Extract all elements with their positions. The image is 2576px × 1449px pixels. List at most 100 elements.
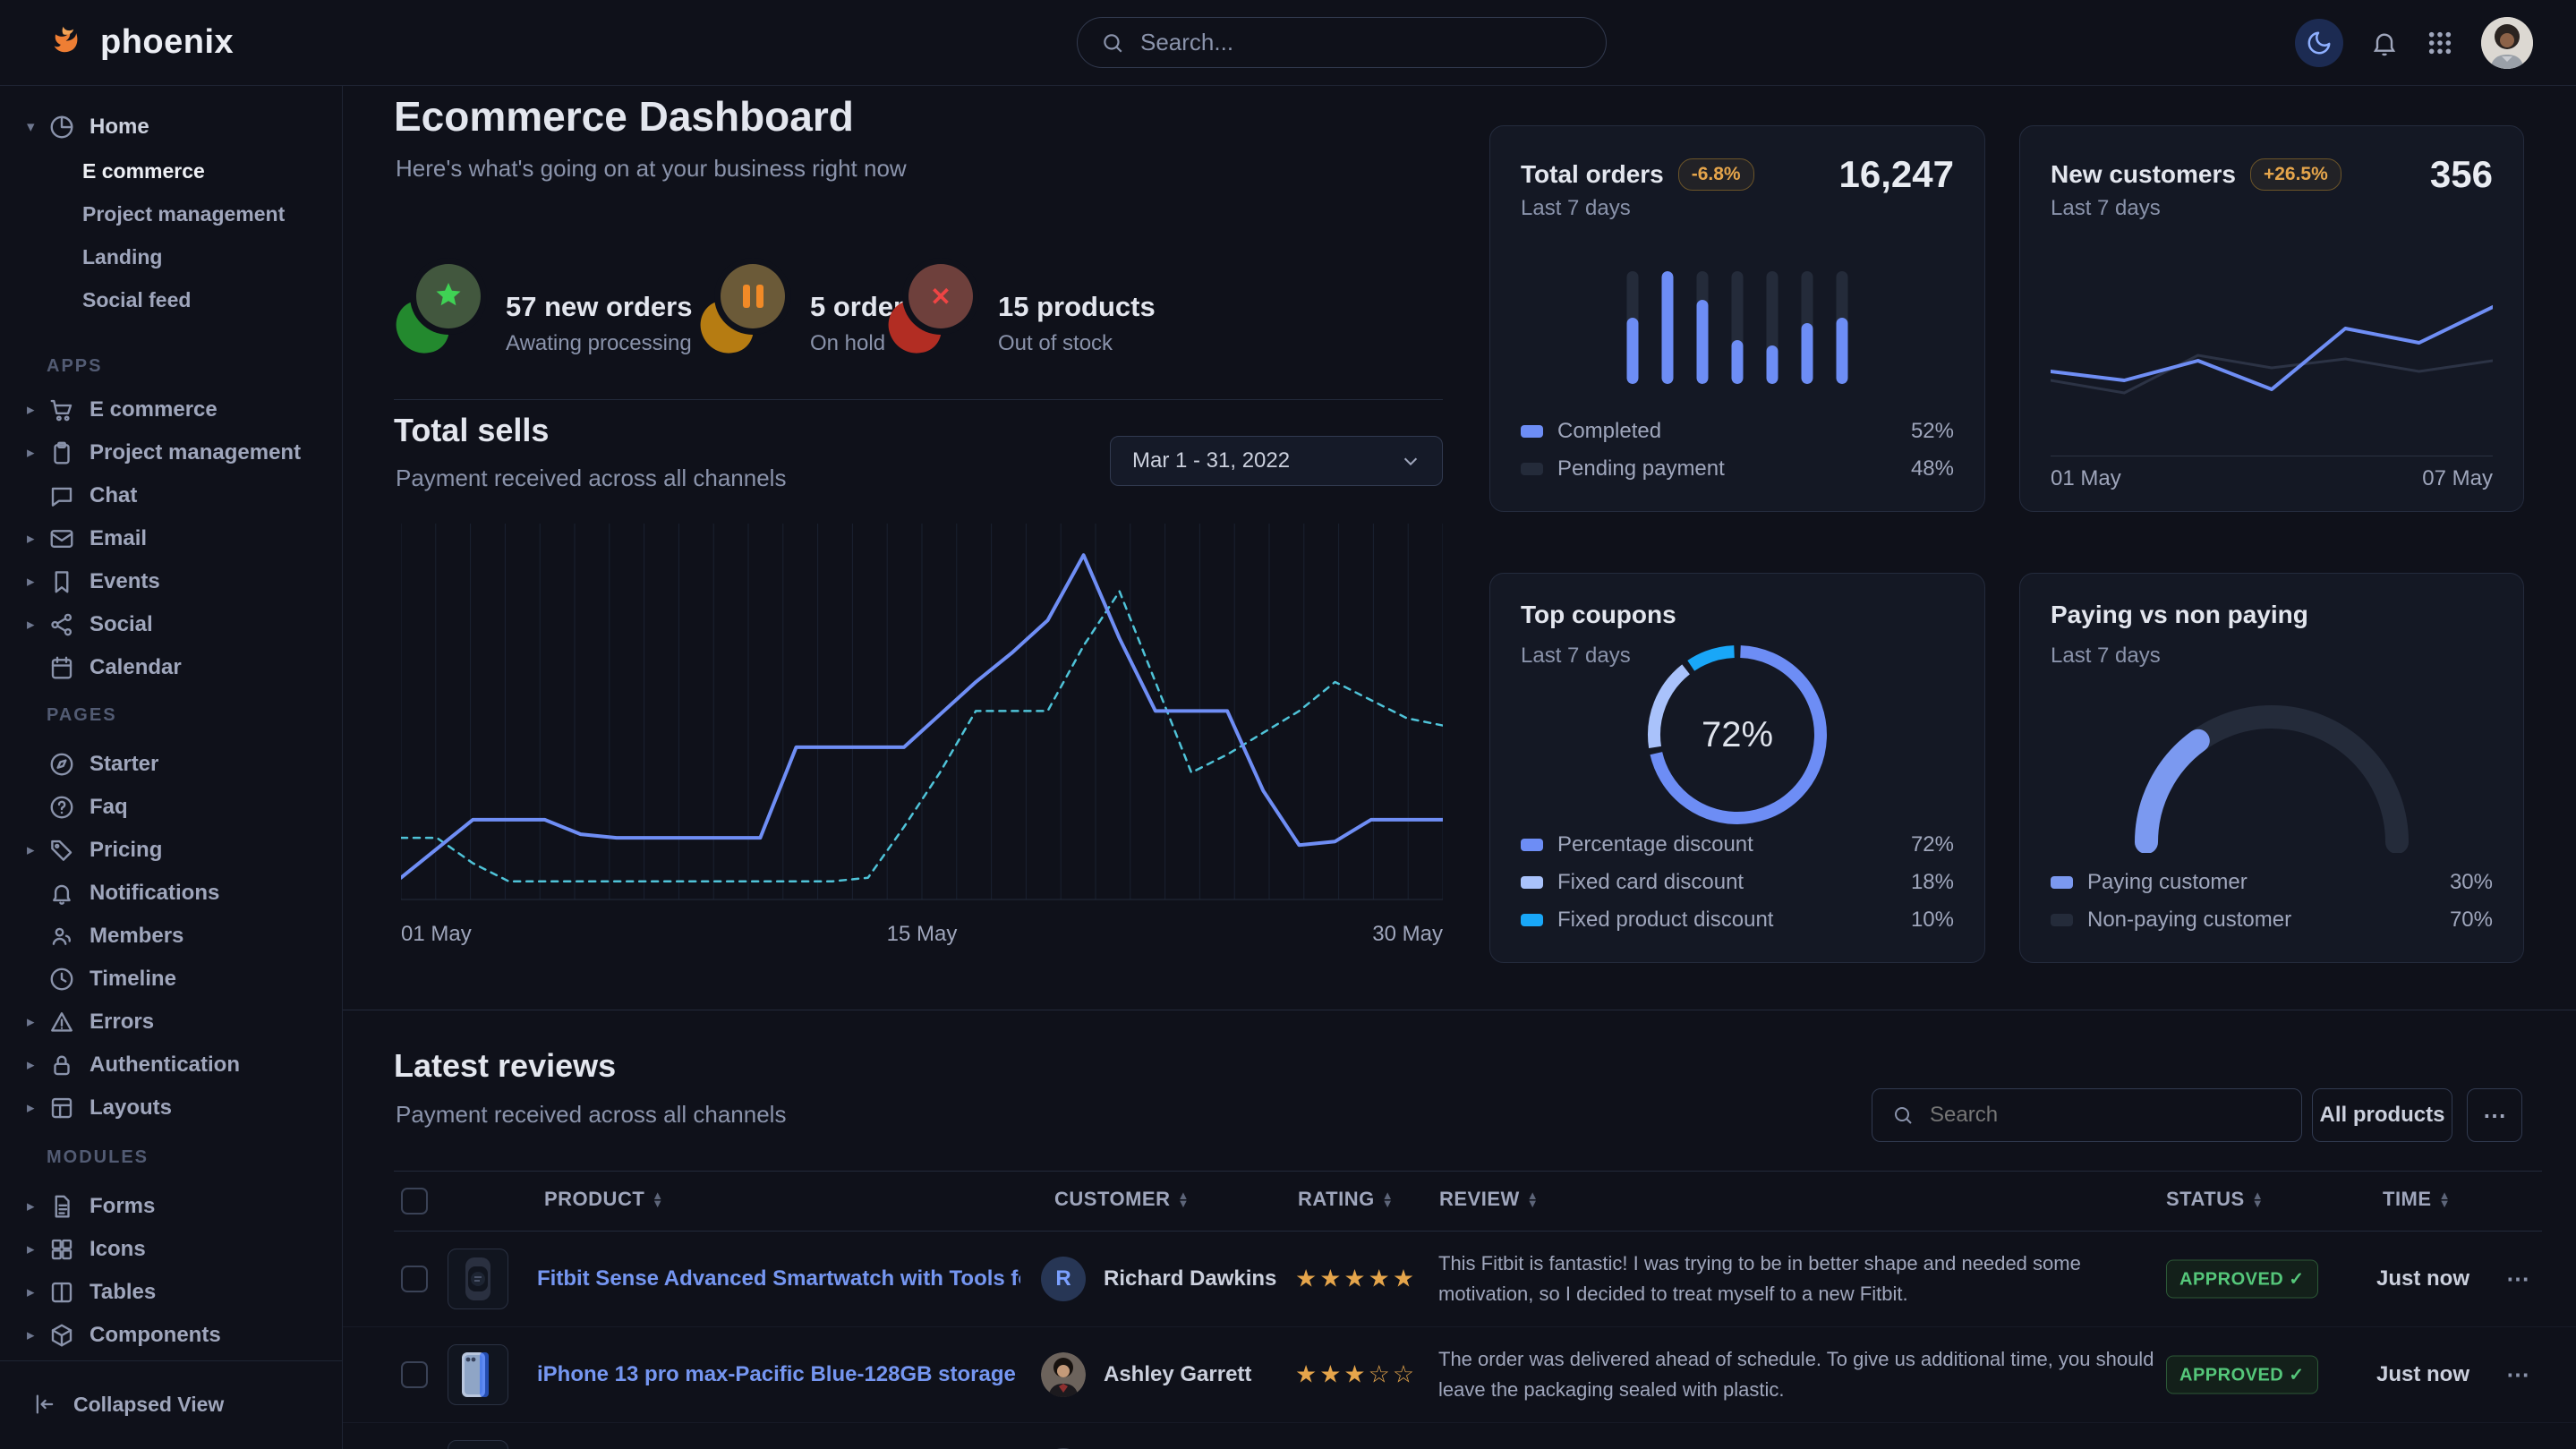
- sidebar-item-project-management[interactable]: ▸ Project management: [0, 431, 342, 474]
- sidebar-section-pages: PAGES: [47, 705, 117, 726]
- total-sells-chart[interactable]: [401, 524, 1443, 913]
- legend: Completed 52% Pending payment 48%: [1521, 413, 1954, 488]
- card-period: Last 7 days: [1521, 644, 1631, 669]
- sort-icon: ▲▼: [652, 1191, 663, 1207]
- navbar-search[interactable]: [1077, 17, 1607, 68]
- main-content: Ecommerce Dashboard Here's what's going …: [343, 85, 2576, 1449]
- all-products-button[interactable]: All products: [2312, 1088, 2452, 1142]
- total-sells-title: Total sells: [394, 412, 549, 449]
- row-more-button[interactable]: ⋯: [2506, 1360, 2529, 1388]
- product-thumbnail[interactable]: [448, 1440, 508, 1449]
- x-tick: 07 May: [2422, 466, 2493, 491]
- reviews-search[interactable]: [1872, 1088, 2302, 1142]
- rating-stars: ★★★★★: [1295, 1265, 1417, 1292]
- row-checkbox[interactable]: [401, 1361, 428, 1388]
- sidebar-item-authentication[interactable]: ▸ Authentication: [0, 1044, 342, 1087]
- caret-right-icon: ▸: [27, 1056, 48, 1074]
- paying-gauge-chart[interactable]: [2128, 699, 2415, 853]
- row-more-button[interactable]: ⋯: [2506, 1265, 2529, 1292]
- review-text: The order was delivered ahead of schedul…: [1438, 1344, 2154, 1405]
- sidebar-item-notifications[interactable]: Notifications: [0, 872, 342, 915]
- sort-icon: ▲▼: [2439, 1191, 2451, 1207]
- cart-icon: [48, 396, 75, 423]
- column-header-rating[interactable]: RATING ▲▼: [1298, 1188, 1394, 1211]
- column-header-product[interactable]: PRODUCT ▲▼: [544, 1188, 664, 1211]
- caret-right-icon: ▸: [27, 616, 48, 634]
- stat-value: 15 products: [998, 291, 1156, 323]
- column-header-status[interactable]: STATUS ▲▼: [2166, 1188, 2264, 1211]
- column-header-review[interactable]: REVIEW ▲▼: [1439, 1188, 1539, 1211]
- app-grid-button[interactable]: [2426, 29, 2454, 57]
- select-all-checkbox[interactable]: [401, 1188, 428, 1215]
- sidebar-item-chat[interactable]: Chat: [0, 474, 342, 517]
- status-badge: APPROVED ✓: [2166, 1355, 2318, 1394]
- customer-name: Ashley Garrett: [1104, 1362, 1251, 1387]
- product-link[interactable]: iPhone 13 pro max-Pacific Blue-128GB sto…: [537, 1362, 1016, 1387]
- sidebar-item-email[interactable]: ▸ Email: [0, 517, 342, 560]
- sort-icon: ▲▼: [2252, 1191, 2264, 1207]
- legend-value: 48%: [1911, 456, 1954, 482]
- legend: Paying customer 30% Non-paying customer …: [2051, 864, 2493, 939]
- file-icon: [48, 1193, 75, 1220]
- legend-label: Percentage discount: [1557, 832, 1753, 857]
- legend-label: Paying customer: [2087, 870, 2248, 895]
- sidebar-item-starter[interactable]: Starter: [0, 743, 342, 786]
- moon-icon: [2306, 30, 2333, 56]
- legend-label: Fixed product discount: [1557, 908, 1773, 933]
- pie-icon: [48, 114, 75, 141]
- row-checkbox[interactable]: [401, 1266, 428, 1292]
- top-coupons-donut-chart[interactable]: 72%: [1646, 644, 1829, 826]
- user-avatar[interactable]: [2481, 17, 2533, 69]
- date-range-select[interactable]: Mar 1 - 31, 2022: [1110, 436, 1443, 486]
- sidebar-subitem-social-feed[interactable]: Social feed: [82, 288, 191, 312]
- top-coupons-card: Top coupons Last 7 days 72% Percentage d…: [1489, 573, 1985, 963]
- sidebar-item-events[interactable]: ▸ Events: [0, 560, 342, 603]
- layout-icon: [48, 1095, 75, 1121]
- sidebar-item-faq[interactable]: Faq: [0, 786, 342, 829]
- total-orders-bar-chart[interactable]: [1627, 271, 1848, 384]
- sidebar-item-icons[interactable]: ▸ Icons: [0, 1228, 342, 1271]
- stat-new-orders: 57 new orders Awating processing: [397, 264, 692, 356]
- legend-swatch: [1521, 839, 1543, 851]
- legend-value: 10%: [1911, 908, 1954, 933]
- sidebar-subitem-project-management[interactable]: Project management: [82, 202, 285, 226]
- column-header-customer[interactable]: CUSTOMER ▲▼: [1054, 1188, 1190, 1211]
- legend-row: Fixed card discount 18%: [1521, 864, 1954, 901]
- sidebar-item-members[interactable]: Members: [0, 915, 342, 958]
- new-customers-line-chart[interactable]: [2051, 251, 2493, 447]
- calendar-icon: [48, 654, 75, 681]
- notifications-bell-button[interactable]: [2370, 29, 2399, 57]
- table-more-button[interactable]: ⋯: [2467, 1088, 2522, 1142]
- bar: [1767, 271, 1778, 384]
- product-thumbnail[interactable]: [448, 1249, 508, 1309]
- theme-toggle-button[interactable]: [2295, 19, 2343, 67]
- clipboard-icon: [48, 439, 75, 466]
- reviews-search-input[interactable]: [1928, 1102, 2282, 1129]
- navbar-search-input[interactable]: [1139, 28, 1582, 57]
- sidebar-item-home[interactable]: ▾ Home: [0, 106, 342, 149]
- sidebar-item-social[interactable]: ▸ Social: [0, 603, 342, 646]
- sidebar-item-errors[interactable]: ▸ Errors: [0, 1001, 342, 1044]
- sidebar-item-e-commerce[interactable]: ▸ E commerce: [0, 388, 342, 431]
- latest-reviews-subtitle: Payment received across all channels: [396, 1101, 786, 1129]
- collapsed-view-toggle[interactable]: Collapsed View: [0, 1383, 342, 1426]
- legend-label: Completed: [1557, 419, 1661, 444]
- product-thumbnail[interactable]: [448, 1344, 508, 1405]
- legend-label: Non-paying customer: [2087, 908, 2291, 933]
- total-sells-subtitle: Payment received across all channels: [396, 465, 786, 492]
- sidebar-item-tables[interactable]: ▸ Tables: [0, 1271, 342, 1314]
- bar: [1732, 271, 1744, 384]
- sidebar-item-timeline[interactable]: Timeline: [0, 958, 342, 1001]
- sidebar-item-calendar[interactable]: Calendar: [0, 646, 342, 689]
- sidebar-item-pricing[interactable]: ▸ Pricing: [0, 829, 342, 872]
- sidebar-item-layouts[interactable]: ▸ Layouts: [0, 1087, 342, 1129]
- sidebar-item-components[interactable]: ▸ Components: [0, 1314, 342, 1357]
- brand-logo[interactable]: phoenix: [47, 21, 234, 63]
- sidebar-item-forms[interactable]: ▸ Forms: [0, 1185, 342, 1228]
- cube-icon: [48, 1322, 75, 1349]
- sidebar-subitem-landing[interactable]: Landing: [82, 245, 162, 269]
- product-link[interactable]: Fitbit Sense Advanced Smartwatch with To…: [537, 1266, 1020, 1291]
- column-header-time[interactable]: TIME ▲▼: [2383, 1188, 2451, 1211]
- sidebar-subitem-e-commerce[interactable]: E commerce: [82, 159, 205, 183]
- legend-value: 30%: [2450, 870, 2493, 895]
